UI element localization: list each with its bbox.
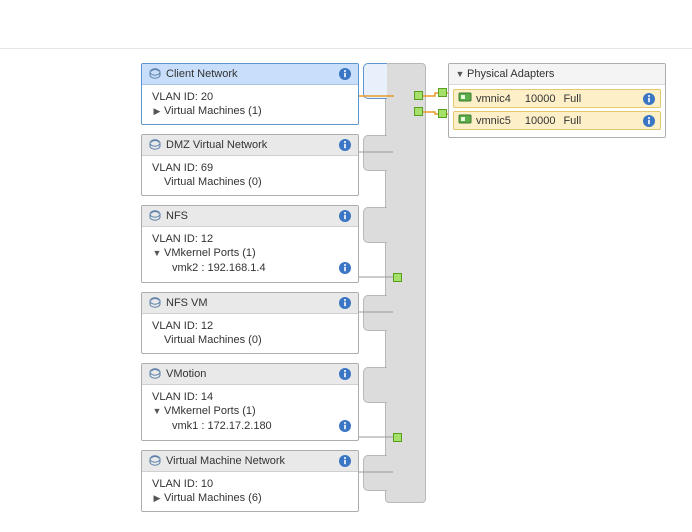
portgroup-panel[interactable]: NFS VM VLAN ID: 12 Virtual Machines (0): [141, 292, 359, 354]
nic-name: vmnic4: [476, 93, 511, 105]
nic-duplex: Full: [563, 115, 642, 127]
connector-icon: [393, 433, 402, 442]
vswitch-tab[interactable]: [363, 295, 387, 331]
nic-speed: 10000: [525, 93, 556, 105]
expander-label: Virtual Machines (6): [164, 492, 262, 504]
vmkernel-port-text: vmk2 : 192.168.1.4: [172, 262, 266, 274]
portgroup-name: Virtual Machine Network: [166, 455, 338, 467]
info-icon[interactable]: [338, 138, 352, 152]
expand-toggle[interactable]: ▼: [152, 406, 162, 416]
portgroup-panel[interactable]: Virtual Machine Network VLAN ID: 10 ▶Virtu…: [141, 450, 359, 512]
vlan-id-text: VLAN ID: 69: [152, 162, 213, 174]
expand-toggle[interactable]: ▶: [152, 106, 162, 117]
physical-adapters-title: Physical Adapters: [467, 68, 659, 80]
expander-label: Virtual Machines (1): [164, 105, 262, 117]
vswitch-tab[interactable]: [363, 63, 387, 99]
connector-icon: [438, 88, 447, 97]
vswitch-tab[interactable]: [363, 455, 387, 491]
vswitch-bar: [385, 63, 426, 503]
network-icon: [148, 67, 162, 81]
network-icon: [148, 454, 162, 468]
portgroup-name: NFS: [166, 210, 338, 222]
physical-nic-row[interactable]: vmnic5 10000 Full: [453, 111, 661, 130]
vlan-id-text: VLAN ID: 20: [152, 91, 213, 103]
expander-label: VMkernel Ports (1): [164, 247, 256, 259]
divider: [0, 48, 692, 49]
nic-name: vmnic5: [476, 115, 511, 127]
network-icon: [148, 209, 162, 223]
info-icon[interactable]: [338, 296, 352, 310]
static-text: Virtual Machines (0): [164, 334, 262, 346]
expander-label: VMkernel Ports (1): [164, 405, 256, 417]
vswitch-tab[interactable]: [363, 207, 387, 243]
chevron-down-icon[interactable]: ▼: [455, 69, 465, 79]
connector-icon: [438, 109, 447, 118]
vlan-id-text: VLAN ID: 12: [152, 233, 213, 245]
expand-toggle[interactable]: ▶: [152, 493, 162, 504]
info-icon[interactable]: [338, 454, 352, 468]
expand-toggle[interactable]: ▼: [152, 248, 162, 258]
physical-adapters-panel: ▼ Physical Adapters vmnic410000Fullvmnic…: [448, 63, 666, 138]
nic-icon: [458, 113, 472, 128]
portgroup-name: NFS VM: [166, 297, 338, 309]
vswitch-tab[interactable]: [363, 367, 387, 403]
static-text: Virtual Machines (0): [164, 176, 262, 188]
info-icon[interactable]: [338, 261, 352, 275]
portgroup-panel[interactable]: NFS VLAN ID: 12 ▼VMkernel Ports (1) vmk2 : …: [141, 205, 359, 283]
connector-icon: [414, 91, 423, 100]
info-icon[interactable]: [338, 67, 352, 81]
network-icon: [148, 296, 162, 310]
nic-icon: [458, 91, 472, 106]
nic-speed: 10000: [525, 115, 556, 127]
network-icon: [148, 138, 162, 152]
portgroup-name: Client Network: [166, 68, 338, 80]
portgroup-panel[interactable]: VMotion VLAN ID: 14 ▼VMkernel Ports (1) vmk…: [141, 363, 359, 441]
network-icon: [148, 367, 162, 381]
vlan-id-text: VLAN ID: 14: [152, 391, 213, 403]
info-icon[interactable]: [642, 92, 656, 106]
portgroup-name: DMZ Virtual Network: [166, 139, 338, 151]
info-icon[interactable]: [338, 419, 352, 433]
portgroup-panel[interactable]: Client Network VLAN ID: 20 ▶Virtual Machin…: [141, 63, 359, 125]
info-icon[interactable]: [338, 367, 352, 381]
vmkernel-port-text: vmk1 : 172.17.2.180: [172, 420, 272, 432]
info-icon[interactable]: [338, 209, 352, 223]
info-icon[interactable]: [642, 114, 656, 128]
portgroup-name: VMotion: [166, 368, 338, 380]
portgroup-panel[interactable]: DMZ Virtual Network VLAN ID: 69 Virtual Ma…: [141, 134, 359, 196]
vlan-id-text: VLAN ID: 12: [152, 320, 213, 332]
nic-duplex: Full: [563, 93, 642, 105]
connector-icon: [414, 107, 423, 116]
connector-icon: [393, 273, 402, 282]
vlan-id-text: VLAN ID: 10: [152, 478, 213, 490]
physical-nic-row[interactable]: vmnic4 10000 Full: [453, 89, 661, 108]
vswitch-tab[interactable]: [363, 135, 387, 171]
